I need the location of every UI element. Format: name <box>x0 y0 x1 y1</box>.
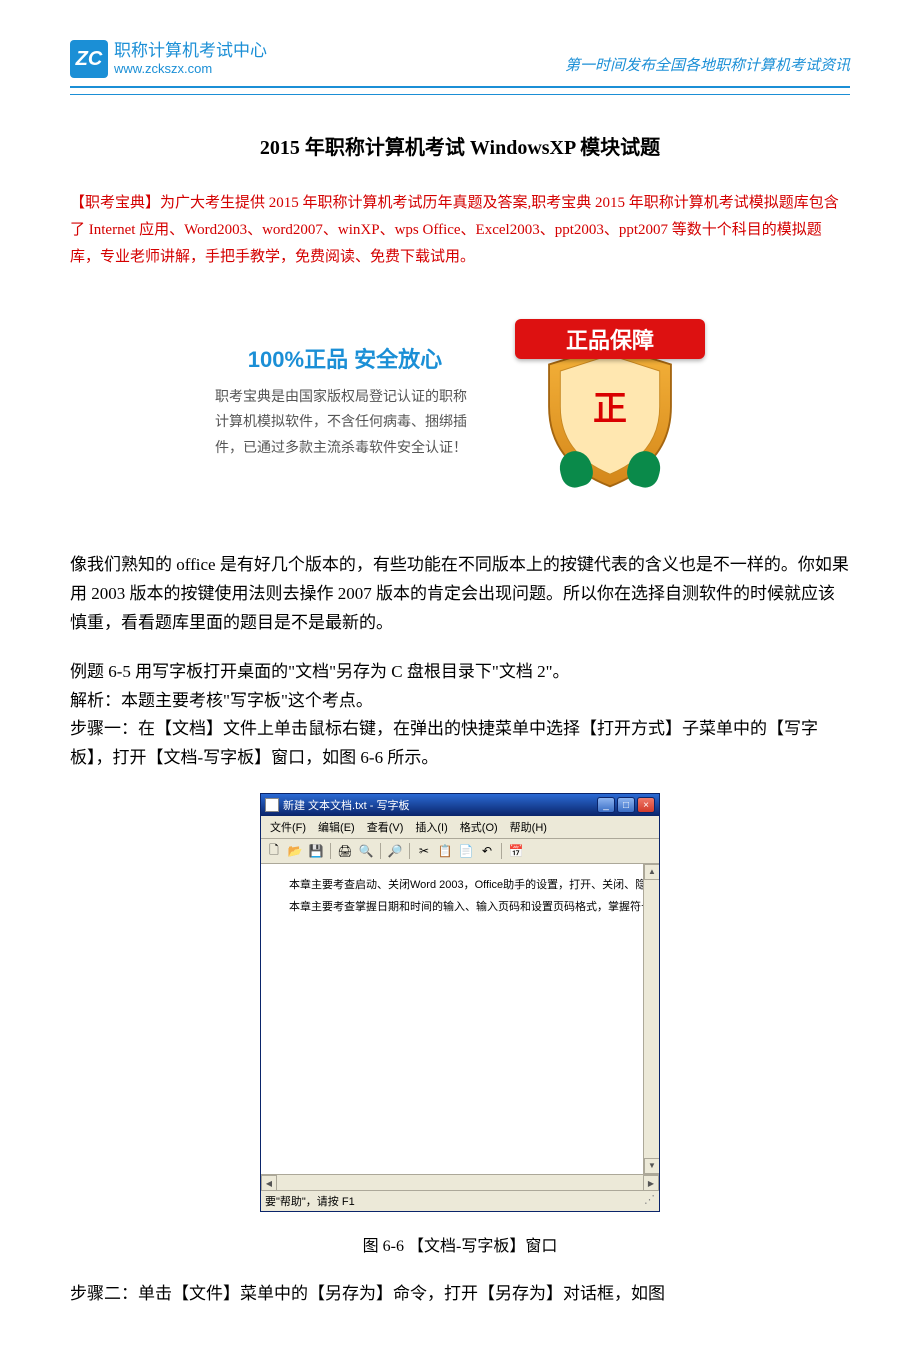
menu-format[interactable]: 格式(O) <box>455 818 503 836</box>
content-line-1: 本章主要考查启动、关闭Word 2003，Office助手的设置，打开、关闭、隐 <box>267 874 653 896</box>
step-1: 步骤一：在【文档】文件上单击鼠标右键，在弹出的快捷菜单中选择【打开方式】子菜单中… <box>70 715 850 773</box>
paste-icon[interactable]: 📄 <box>457 842 475 860</box>
content-line-2: 本章主要考查掌握日期和时间的输入、输入页码和设置页码格式，掌握符号 <box>267 896 653 918</box>
scroll-down-icon[interactable]: ▼ <box>644 1158 659 1174</box>
hand-left-icon <box>556 447 596 490</box>
toolbar-separator <box>501 843 502 859</box>
header-tagline: 第一时间发布全国各地职称计算机考试资讯 <box>565 40 850 75</box>
shield-banner: 正品保障 <box>515 319 705 359</box>
wordpad-title-text: 新建 文本文档.txt - 写字板 <box>283 797 410 813</box>
document-title: 2015 年职称计算机考试 WindowsXP 模块试题 <box>70 131 850 160</box>
save-icon[interactable]: 💾 <box>307 842 325 860</box>
logo-url: www.zckszx.com <box>114 61 267 77</box>
header-divider-thin <box>70 94 850 95</box>
scroll-left-icon[interactable]: ◀ <box>261 1175 277 1191</box>
logo-icon: ZC <box>70 40 108 78</box>
shield-badge: 正品保障 正 <box>515 301 705 501</box>
toolbar-separator <box>330 843 331 859</box>
promo-body: 职考宝典是由国家版权局登记认证的职称计算机模拟软件，不含任何病毒、捆绑插件，已通… <box>215 384 475 460</box>
wordpad-statusbar: 要"帮助"，请按 F1 ⋰ <box>261 1190 659 1211</box>
menu-file[interactable]: 文件(F) <box>265 818 311 836</box>
promo-section: 100%正品 安全放心 职考宝典是由国家版权局登记认证的职称计算机模拟软件，不含… <box>70 301 850 501</box>
paragraph-1: 像我们熟知的 office 是有好几个版本的，有些功能在不同版本上的按键代表的含… <box>70 551 850 638</box>
promo-heading: 100%正品 安全放心 <box>215 342 475 374</box>
page-header: ZC 职称计算机考试中心 www.zckszx.com 第一时间发布全国各地职称… <box>70 40 850 78</box>
logo-block: ZC 职称计算机考试中心 www.zckszx.com <box>70 40 267 78</box>
menu-edit[interactable]: 编辑(E) <box>313 818 360 836</box>
toolbar-separator <box>409 843 410 859</box>
wordpad-menubar: 文件(F) 编辑(E) 查看(V) 插入(I) 格式(O) 帮助(H) <box>261 816 659 839</box>
horizontal-scrollbar[interactable]: ◀ ▶ <box>261 1174 659 1190</box>
close-button[interactable]: × <box>637 797 655 813</box>
intro-red-text: 【职考宝典】为广大考生提供 2015 年职称计算机考试历年真题及答案,职考宝典 … <box>70 190 850 271</box>
open-file-icon[interactable]: 📂 <box>286 842 304 860</box>
figure-caption: 图 6-6 【文档-写字板】窗口 <box>70 1232 850 1256</box>
menu-help[interactable]: 帮助(H) <box>505 818 552 836</box>
wordpad-app-icon <box>265 798 279 812</box>
scroll-up-icon[interactable]: ▲ <box>644 864 659 880</box>
datetime-icon[interactable]: 📅 <box>507 842 525 860</box>
scroll-right-icon[interactable]: ▶ <box>643 1175 659 1191</box>
print-icon[interactable]: 🖨 <box>336 842 354 860</box>
analysis-line: 解析：本题主要考核"写字板"这个考点。 <box>70 687 850 716</box>
find-icon[interactable]: 🔎 <box>386 842 404 860</box>
resize-grip-icon[interactable]: ⋰ <box>644 1193 655 1209</box>
wordpad-window: 新建 文本文档.txt - 写字板 _ □ × 文件(F) 编辑(E) 查看(V… <box>260 793 660 1212</box>
wordpad-titlebar[interactable]: 新建 文本文档.txt - 写字板 _ □ × <box>261 794 659 816</box>
new-file-icon[interactable]: 🗋 <box>265 842 283 860</box>
promo-text-block: 100%正品 安全放心 职考宝典是由国家版权局登记认证的职称计算机模拟软件，不含… <box>215 342 475 460</box>
logo-title: 职称计算机考试中心 <box>114 41 267 61</box>
copy-icon[interactable]: 📋 <box>436 842 454 860</box>
maximize-button[interactable]: □ <box>617 797 635 813</box>
undo-icon[interactable]: ↶ <box>478 842 496 860</box>
wordpad-toolbar: 🗋 📂 💾 🖨 🔍 🔎 ✂ 📋 📄 ↶ 📅 <box>261 839 659 864</box>
wordpad-title-left: 新建 文本文档.txt - 写字板 <box>265 797 410 813</box>
menu-view[interactable]: 查看(V) <box>362 818 409 836</box>
hands-icon <box>560 451 660 487</box>
header-divider-thick <box>70 86 850 88</box>
menu-insert[interactable]: 插入(I) <box>410 818 452 836</box>
logo-text: 职称计算机考试中心 www.zckszx.com <box>114 41 267 77</box>
wordpad-figure: 新建 文本文档.txt - 写字板 _ □ × 文件(F) 编辑(E) 查看(V… <box>70 793 850 1212</box>
toolbar-separator <box>380 843 381 859</box>
wordpad-content-area[interactable]: 本章主要考查启动、关闭Word 2003，Office助手的设置，打开、关闭、隐… <box>261 864 659 1174</box>
step-2: 步骤二：单击【文件】菜单中的【另存为】命令，打开【另存为】对话框，如图 <box>70 1280 850 1309</box>
status-text: 要"帮助"，请按 F1 <box>265 1193 355 1209</box>
example-title: 例题 6-5 用写字板打开桌面的"文档"另存为 C 盘根目录下"文档 2"。 <box>70 658 850 687</box>
print-preview-icon[interactable]: 🔍 <box>357 842 375 860</box>
window-controls: _ □ × <box>597 797 655 813</box>
vertical-scrollbar[interactable]: ▲ ▼ <box>643 864 659 1174</box>
shield-character: 正 <box>593 381 627 430</box>
minimize-button[interactable]: _ <box>597 797 615 813</box>
cut-icon[interactable]: ✂ <box>415 842 433 860</box>
hand-right-icon <box>624 447 664 490</box>
